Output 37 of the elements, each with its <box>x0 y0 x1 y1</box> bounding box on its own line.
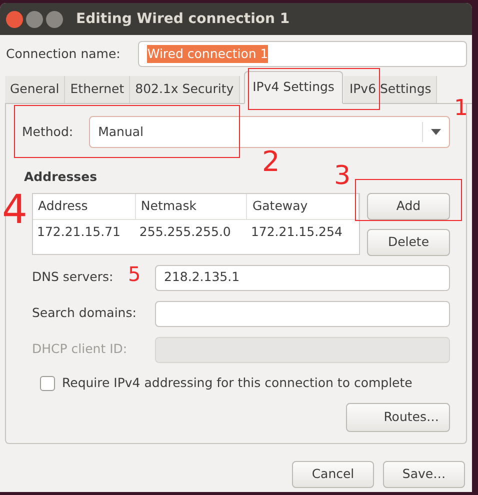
tab[interactable]: IPv6 Settings <box>344 76 438 103</box>
tab[interactable]: IPv4 Settings <box>244 71 344 104</box>
field-label: Method: <box>22 122 74 141</box>
table-cell: 172.21.15.254 <box>246 219 358 244</box>
dropdown-arrow-icon <box>431 129 441 135</box>
annotation-number: 2 <box>262 148 280 176</box>
tab[interactable]: Ethernet <box>65 76 130 103</box>
annotation-number: 3 <box>334 163 351 189</box>
section-heading: Addresses <box>24 169 98 184</box>
close-button[interactable] <box>6 10 23 28</box>
save-button[interactable]: Save… <box>383 461 465 488</box>
field-label: Connection name: <box>6 44 120 63</box>
column-header[interactable]: Address <box>33 194 136 219</box>
window-title: Editing Wired connection 1 <box>76 10 290 28</box>
routes-button[interactable]: Routes… <box>346 402 450 432</box>
add-button[interactable]: Add <box>367 192 450 220</box>
field-label: Search domains: <box>32 305 136 320</box>
method-dropdown[interactable]: Manual <box>89 116 450 148</box>
minimize-button[interactable] <box>26 10 43 28</box>
table-cell: 255.255.255.0 <box>135 219 247 244</box>
field-label: DNS servers: <box>32 269 114 284</box>
annotation-number: 1 <box>454 98 468 120</box>
input-field[interactable] <box>155 300 450 327</box>
tab[interactable]: 802.1x Security <box>130 76 240 103</box>
checkbox-label: Require IPv4 addressing for this connection to complete <box>62 374 412 392</box>
column-header[interactable]: Netmask <box>135 194 247 219</box>
delete-button[interactable]: Delete <box>367 228 450 256</box>
field-label: DHCP client ID: <box>32 341 128 356</box>
column-header[interactable]: Gateway <box>246 194 358 219</box>
annotation-number: 4 <box>2 190 28 230</box>
annotation-number: 5 <box>128 264 141 284</box>
maximize-button[interactable] <box>46 10 63 28</box>
table-cell: 172.21.15.71 <box>33 219 136 244</box>
tab[interactable]: General <box>5 76 66 103</box>
cancel-button[interactable]: Cancel <box>292 461 374 488</box>
input-field[interactable]: 218.2.135.1 <box>155 264 450 291</box>
checkbox[interactable] <box>40 376 55 391</box>
